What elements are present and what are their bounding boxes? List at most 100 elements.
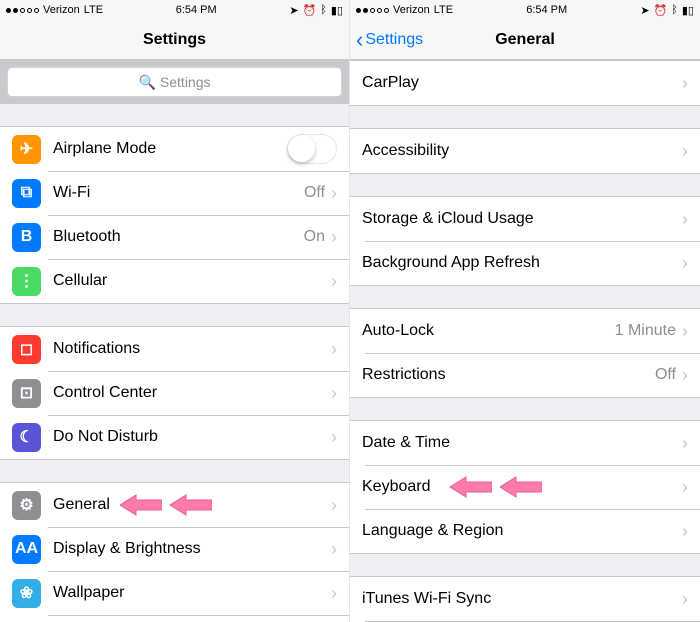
- chevron-right-icon: ›: [682, 253, 688, 274]
- row-dnd[interactable]: ☾ Do Not Disturb›: [0, 415, 349, 459]
- chevron-right-icon: ›: [682, 433, 688, 454]
- battery-icon: ▮▯: [331, 4, 343, 17]
- chevron-right-icon: ›: [331, 383, 337, 404]
- notif-icon: ◻: [12, 335, 41, 364]
- chevron-right-icon: ›: [331, 427, 337, 448]
- row-label: General: [53, 496, 331, 514]
- nav-bar: ‹ Settings General: [350, 20, 700, 60]
- row-label: Airplane Mode: [53, 140, 287, 158]
- search-icon: 🔍: [138, 74, 155, 91]
- chevron-right-icon: ›: [682, 521, 688, 542]
- row-wallpaper[interactable]: ❀Wallpaper›: [0, 571, 349, 615]
- row-accessibility[interactable]: Accessibility›: [350, 129, 700, 173]
- back-label: Settings: [365, 31, 423, 49]
- toggle-switch[interactable]: [287, 134, 337, 164]
- chevron-right-icon: ›: [331, 495, 337, 516]
- row-label: Accessibility: [362, 142, 682, 160]
- bluetooth-icon: ᛒ: [671, 4, 678, 16]
- row-label: Wallpaper: [53, 584, 331, 602]
- chevron-right-icon: ›: [331, 227, 337, 248]
- row-value: On: [304, 228, 325, 246]
- row-label: Cellular: [53, 272, 331, 290]
- row-sounds[interactable]: 🔊Sounds›: [0, 615, 349, 622]
- chevron-right-icon: ›: [682, 589, 688, 610]
- row-notif[interactable]: ◻Notifications›: [0, 327, 349, 371]
- signal-dots: [356, 8, 389, 13]
- chevron-right-icon: ›: [682, 477, 688, 498]
- row-value: Off: [304, 184, 325, 202]
- airplane-icon: ✈: [12, 135, 41, 164]
- location-icon: ➤: [640, 4, 649, 17]
- row-language-region[interactable]: Language & Region›: [350, 509, 700, 553]
- alarm-icon: ⏰: [303, 4, 317, 17]
- chevron-right-icon: ›: [682, 73, 688, 94]
- display-icon: AA: [12, 535, 41, 564]
- row-label: Wi-Fi: [53, 184, 304, 202]
- chevron-right-icon: ›: [331, 271, 337, 292]
- row-label: Date & Time: [362, 434, 682, 452]
- row-storage-icloud-usage[interactable]: Storage & iCloud Usage›: [350, 197, 700, 241]
- row-label: CarPlay: [362, 74, 682, 92]
- search-placeholder: Settings: [160, 74, 211, 90]
- location-icon: ➤: [289, 4, 298, 17]
- row-background-app-refresh[interactable]: Background App Refresh›: [350, 241, 700, 285]
- row-itunes-wi-fi-sync[interactable]: iTunes Wi-Fi Sync›: [350, 577, 700, 621]
- bluetooth-icon: B: [12, 223, 41, 252]
- status-bar: Verizon LTE 6:54 PM ➤ ⏰ ᛒ ▮▯: [350, 0, 700, 20]
- row-general[interactable]: ⚙ General›: [0, 483, 349, 527]
- page-title: Settings: [143, 31, 206, 49]
- row-label: Storage & iCloud Usage: [362, 210, 682, 228]
- network: LTE: [84, 4, 103, 16]
- row-keyboard[interactable]: Keyboard›: [350, 465, 700, 509]
- row-bluetooth[interactable]: B BluetoothOn ›: [0, 215, 349, 259]
- general-icon: ⚙: [12, 491, 41, 520]
- row-control[interactable]: ⊡Control Center›: [0, 371, 349, 415]
- dnd-icon: ☾: [12, 423, 41, 452]
- chevron-right-icon: ›: [331, 339, 337, 360]
- bluetooth-icon: ᛒ: [320, 4, 327, 16]
- network: LTE: [434, 4, 453, 16]
- row-wifi[interactable]: ⧉ Wi-FiOff ›: [0, 171, 349, 215]
- row-label: Keyboard: [362, 478, 682, 496]
- clock: 6:54 PM: [176, 4, 217, 16]
- row-airplane[interactable]: ✈ Airplane Mode: [0, 127, 349, 171]
- chevron-right-icon: ›: [331, 539, 337, 560]
- status-bar: Verizon LTE 6:54 PM ➤ ⏰ ᛒ ▮▯: [0, 0, 349, 20]
- screen-settings: Verizon LTE 6:54 PM ➤ ⏰ ᛒ ▮▯ Settings 🔍 …: [0, 0, 350, 622]
- row-auto-lock[interactable]: Auto-Lock1 Minute›: [350, 309, 700, 353]
- row-label: Do Not Disturb: [53, 428, 331, 446]
- signal-dots: [6, 8, 39, 13]
- row-cellular[interactable]: ⋮ Cellular›: [0, 259, 349, 303]
- chevron-left-icon: ‹: [356, 29, 363, 51]
- alarm-icon: ⏰: [654, 4, 668, 17]
- row-label: Display & Brightness: [53, 540, 331, 558]
- row-label: Background App Refresh: [362, 254, 682, 272]
- row-value: 1 Minute: [615, 322, 676, 340]
- row-restrictions[interactable]: RestrictionsOff ›: [350, 353, 700, 397]
- row-display[interactable]: AA Display & Brightness›: [0, 527, 349, 571]
- chevron-right-icon: ›: [682, 365, 688, 386]
- chevron-right-icon: ›: [331, 583, 337, 604]
- back-button[interactable]: ‹ Settings: [356, 29, 423, 51]
- screen-general: Verizon LTE 6:54 PM ➤ ⏰ ᛒ ▮▯ ‹ Settings …: [350, 0, 700, 622]
- search-input[interactable]: 🔍 Settings: [7, 67, 342, 97]
- chevron-right-icon: ›: [682, 141, 688, 162]
- battery-icon: ▮▯: [682, 4, 694, 17]
- row-label: Language & Region: [362, 522, 682, 540]
- nav-bar: Settings: [0, 20, 349, 60]
- carrier: Verizon: [43, 4, 80, 16]
- carrier: Verizon: [393, 4, 430, 16]
- chevron-right-icon: ›: [682, 321, 688, 342]
- row-label: Bluetooth: [53, 228, 304, 246]
- row-carplay[interactable]: CarPlay›: [350, 61, 700, 105]
- row-label: iTunes Wi-Fi Sync: [362, 590, 682, 608]
- row-value: Off: [655, 366, 676, 384]
- chevron-right-icon: ›: [331, 183, 337, 204]
- row-date-time[interactable]: Date & Time›: [350, 421, 700, 465]
- row-label: Control Center: [53, 384, 331, 402]
- page-title: General: [495, 31, 555, 49]
- row-label: Restrictions: [362, 366, 655, 384]
- clock: 6:54 PM: [526, 4, 567, 16]
- wifi-icon: ⧉: [12, 179, 41, 208]
- cellular-icon: ⋮: [12, 267, 41, 296]
